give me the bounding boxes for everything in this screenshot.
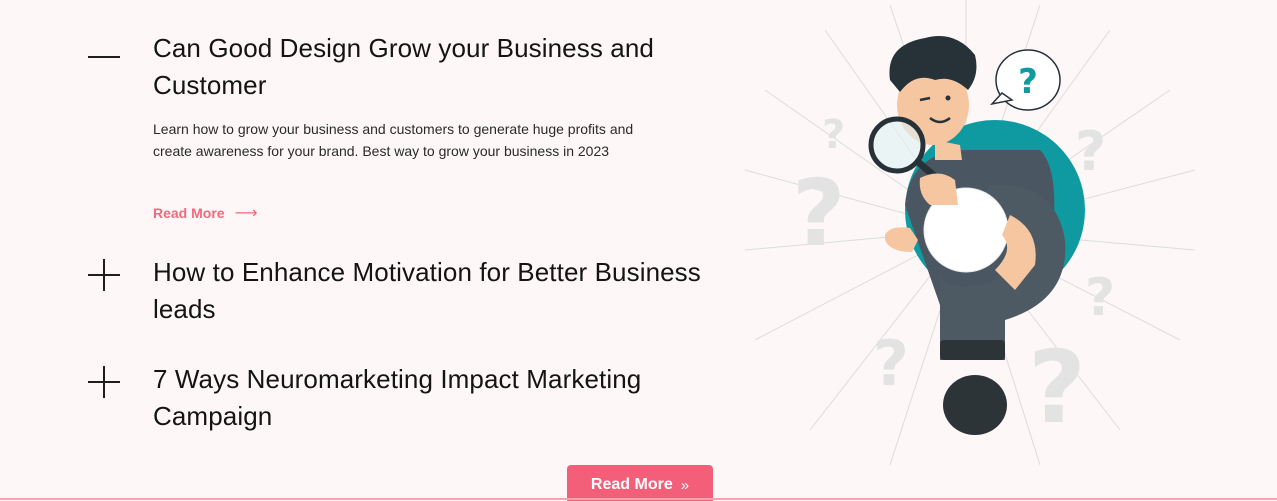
faq-item-title[interactable]: 7 Ways Neuromarketing Impact Marketing C…: [153, 361, 738, 435]
read-more-button[interactable]: Read More »: [567, 465, 713, 501]
arrow-right-icon: ⟶: [234, 205, 258, 222]
person-hand-right: [919, 173, 958, 205]
question-speech-bubble: ?: [989, 49, 1061, 111]
faq-item-title[interactable]: Can Good Design Grow your Business and C…: [153, 30, 738, 104]
plus-icon[interactable]: [88, 254, 120, 291]
svg-text:?: ?: [1085, 268, 1115, 328]
faq-item-title[interactable]: How to Enhance Motivation for Better Bus…: [153, 254, 738, 328]
svg-text:?: ?: [792, 160, 845, 267]
minus-icon[interactable]: [88, 30, 120, 62]
plus-icon[interactable]: [88, 361, 120, 398]
faq-item-2: How to Enhance Motivation for Better Bus…: [88, 254, 738, 361]
read-more-button-label: Read More: [590, 476, 673, 493]
svg-text:?: ?: [873, 327, 909, 400]
question-mark-dot: [943, 375, 1007, 435]
minus-icon-bar: [88, 56, 120, 58]
faq-item-1: Can Good Design Grow your Business and C…: [88, 30, 738, 254]
svg-text:?: ?: [822, 112, 845, 158]
faq-item-description: Learn how to grow your business and cust…: [153, 121, 634, 159]
read-more-link[interactable]: Read More ⟶: [153, 203, 258, 223]
faq-item-3: 7 Ways Neuromarketing Impact Marketing C…: [88, 361, 738, 451]
plus-icon-vbar: [103, 366, 105, 398]
question-illustration: ? ? ? ? ? ? ?: [744, 0, 1196, 466]
svg-text:?: ?: [1075, 120, 1106, 183]
bubble-question-text: ?: [1018, 62, 1038, 102]
read-more-link-label: Read More: [153, 205, 225, 221]
page: Can Good Design Grow your Business and C…: [0, 0, 1277, 501]
svg-text:?: ?: [1028, 329, 1086, 446]
plus-icon-vbar: [103, 259, 105, 291]
double-chevron-right-icon: »: [680, 476, 690, 494]
section-divider: [0, 498, 1277, 500]
faq-accordion: Can Good Design Grow your Business and C…: [88, 30, 738, 451]
